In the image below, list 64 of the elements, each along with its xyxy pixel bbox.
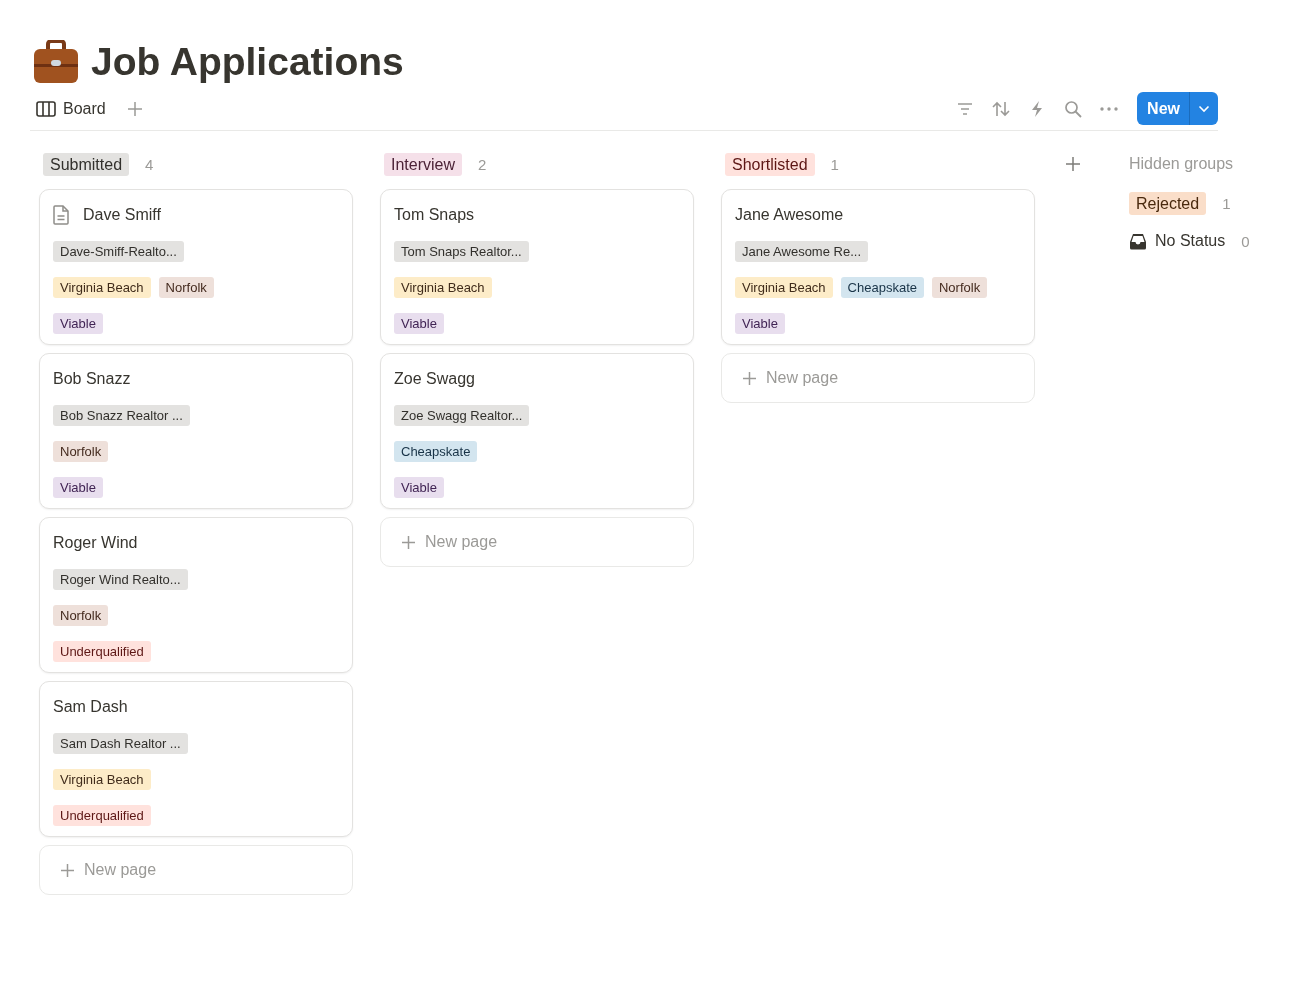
group-label: Submitted [43,152,130,176]
tag: Norfolk [53,440,109,462]
tag: Viable [394,476,444,498]
group-count: 0 [1241,232,1250,250]
view-tab[interactable]: Board [30,95,112,122]
tag: Norfolk [53,604,109,626]
plus-icon [401,534,416,550]
board-icon [36,100,56,117]
group-label: Interview [384,152,463,176]
card[interactable]: Roger Wind Roger Wind Realto... Norfolk Underqualified [39,517,353,673]
card-title: Dave Smiff [83,206,161,224]
tag: Viable [394,312,444,334]
plus-icon [742,370,757,386]
tag: Viable [53,312,103,334]
card-title: Bob Snazz [53,370,131,388]
tag: Virginia Beach [394,276,492,298]
plus-icon [1065,156,1081,172]
tag: Underqualified [53,640,151,662]
card-title: Roger Wind [53,534,138,552]
card[interactable]: Jane Awesome Jane Awesome Re... Virginia Beach Cheapskate Norfolk Viable [721,189,1035,345]
file-chip: Sam Dash Realtor ... [53,732,188,754]
file-chip: Zoe Swagg Realtor... [394,404,530,426]
tag: Virginia Beach [53,276,151,298]
inbox-icon [1129,232,1147,250]
file-chip: Roger Wind Realto... [53,568,188,590]
card-title: Jane Awesome [735,206,844,224]
file-chip: Bob Snazz Realtor ... [53,404,190,426]
tag: Virginia Beach [53,768,151,790]
group-count: 1 [830,155,839,173]
card[interactable]: Dave Smiff Dave-Smiff-Realto... Virginia Beach Norfolk Viable [39,189,353,345]
file-chip: Jane Awesome Re... [735,240,868,262]
group-label: Rejected [1129,191,1207,215]
group-count: 4 [145,155,154,173]
more-icon [1100,106,1119,111]
card-title: Zoe Swagg [394,370,475,388]
card-title: Tom Snaps [394,206,475,224]
tag: Viable [735,312,785,334]
group-count: 2 [478,155,487,173]
group-label: No Status [1155,232,1226,250]
plus-icon [60,862,75,878]
card[interactable]: Zoe Swagg Zoe Swagg Realtor... Cheapskate Viable [380,353,694,509]
tag: Cheapskate [394,440,478,462]
tag: Norfolk [158,276,214,298]
tag: Virginia Beach [735,276,833,298]
sort-arrows-icon [992,99,1011,118]
tag: Norfolk [932,276,988,298]
search-icon [1064,99,1083,118]
tag: Cheapskate [840,276,924,298]
group-count: 1 [1222,194,1231,212]
card[interactable]: Sam Dash Sam Dash Realtor ... Virginia Beach Underqualified [39,681,353,837]
document-icon [53,205,69,225]
hidden-groups-heading: Hidden groups [1129,155,1235,173]
tag: Underqualified [53,804,151,826]
file-chip: Tom Snaps Realtor... [394,240,529,262]
card-title: Sam Dash [53,698,128,716]
card[interactable]: Tom Snaps Tom Snaps Realtor... Virginia Beach Viable [380,189,694,345]
page-title: Job Applications [91,39,404,85]
group-label: Shortlisted [725,152,815,176]
briefcase-icon [33,40,79,84]
chevron-down-icon [1198,104,1210,113]
file-chip: Dave-Smiff-Realto... [53,240,184,262]
tag: Viable [53,476,103,498]
card[interactable]: Bob Snazz Bob Snazz Realtor ... Norfolk Viable [39,353,353,509]
plus-icon [126,100,143,117]
